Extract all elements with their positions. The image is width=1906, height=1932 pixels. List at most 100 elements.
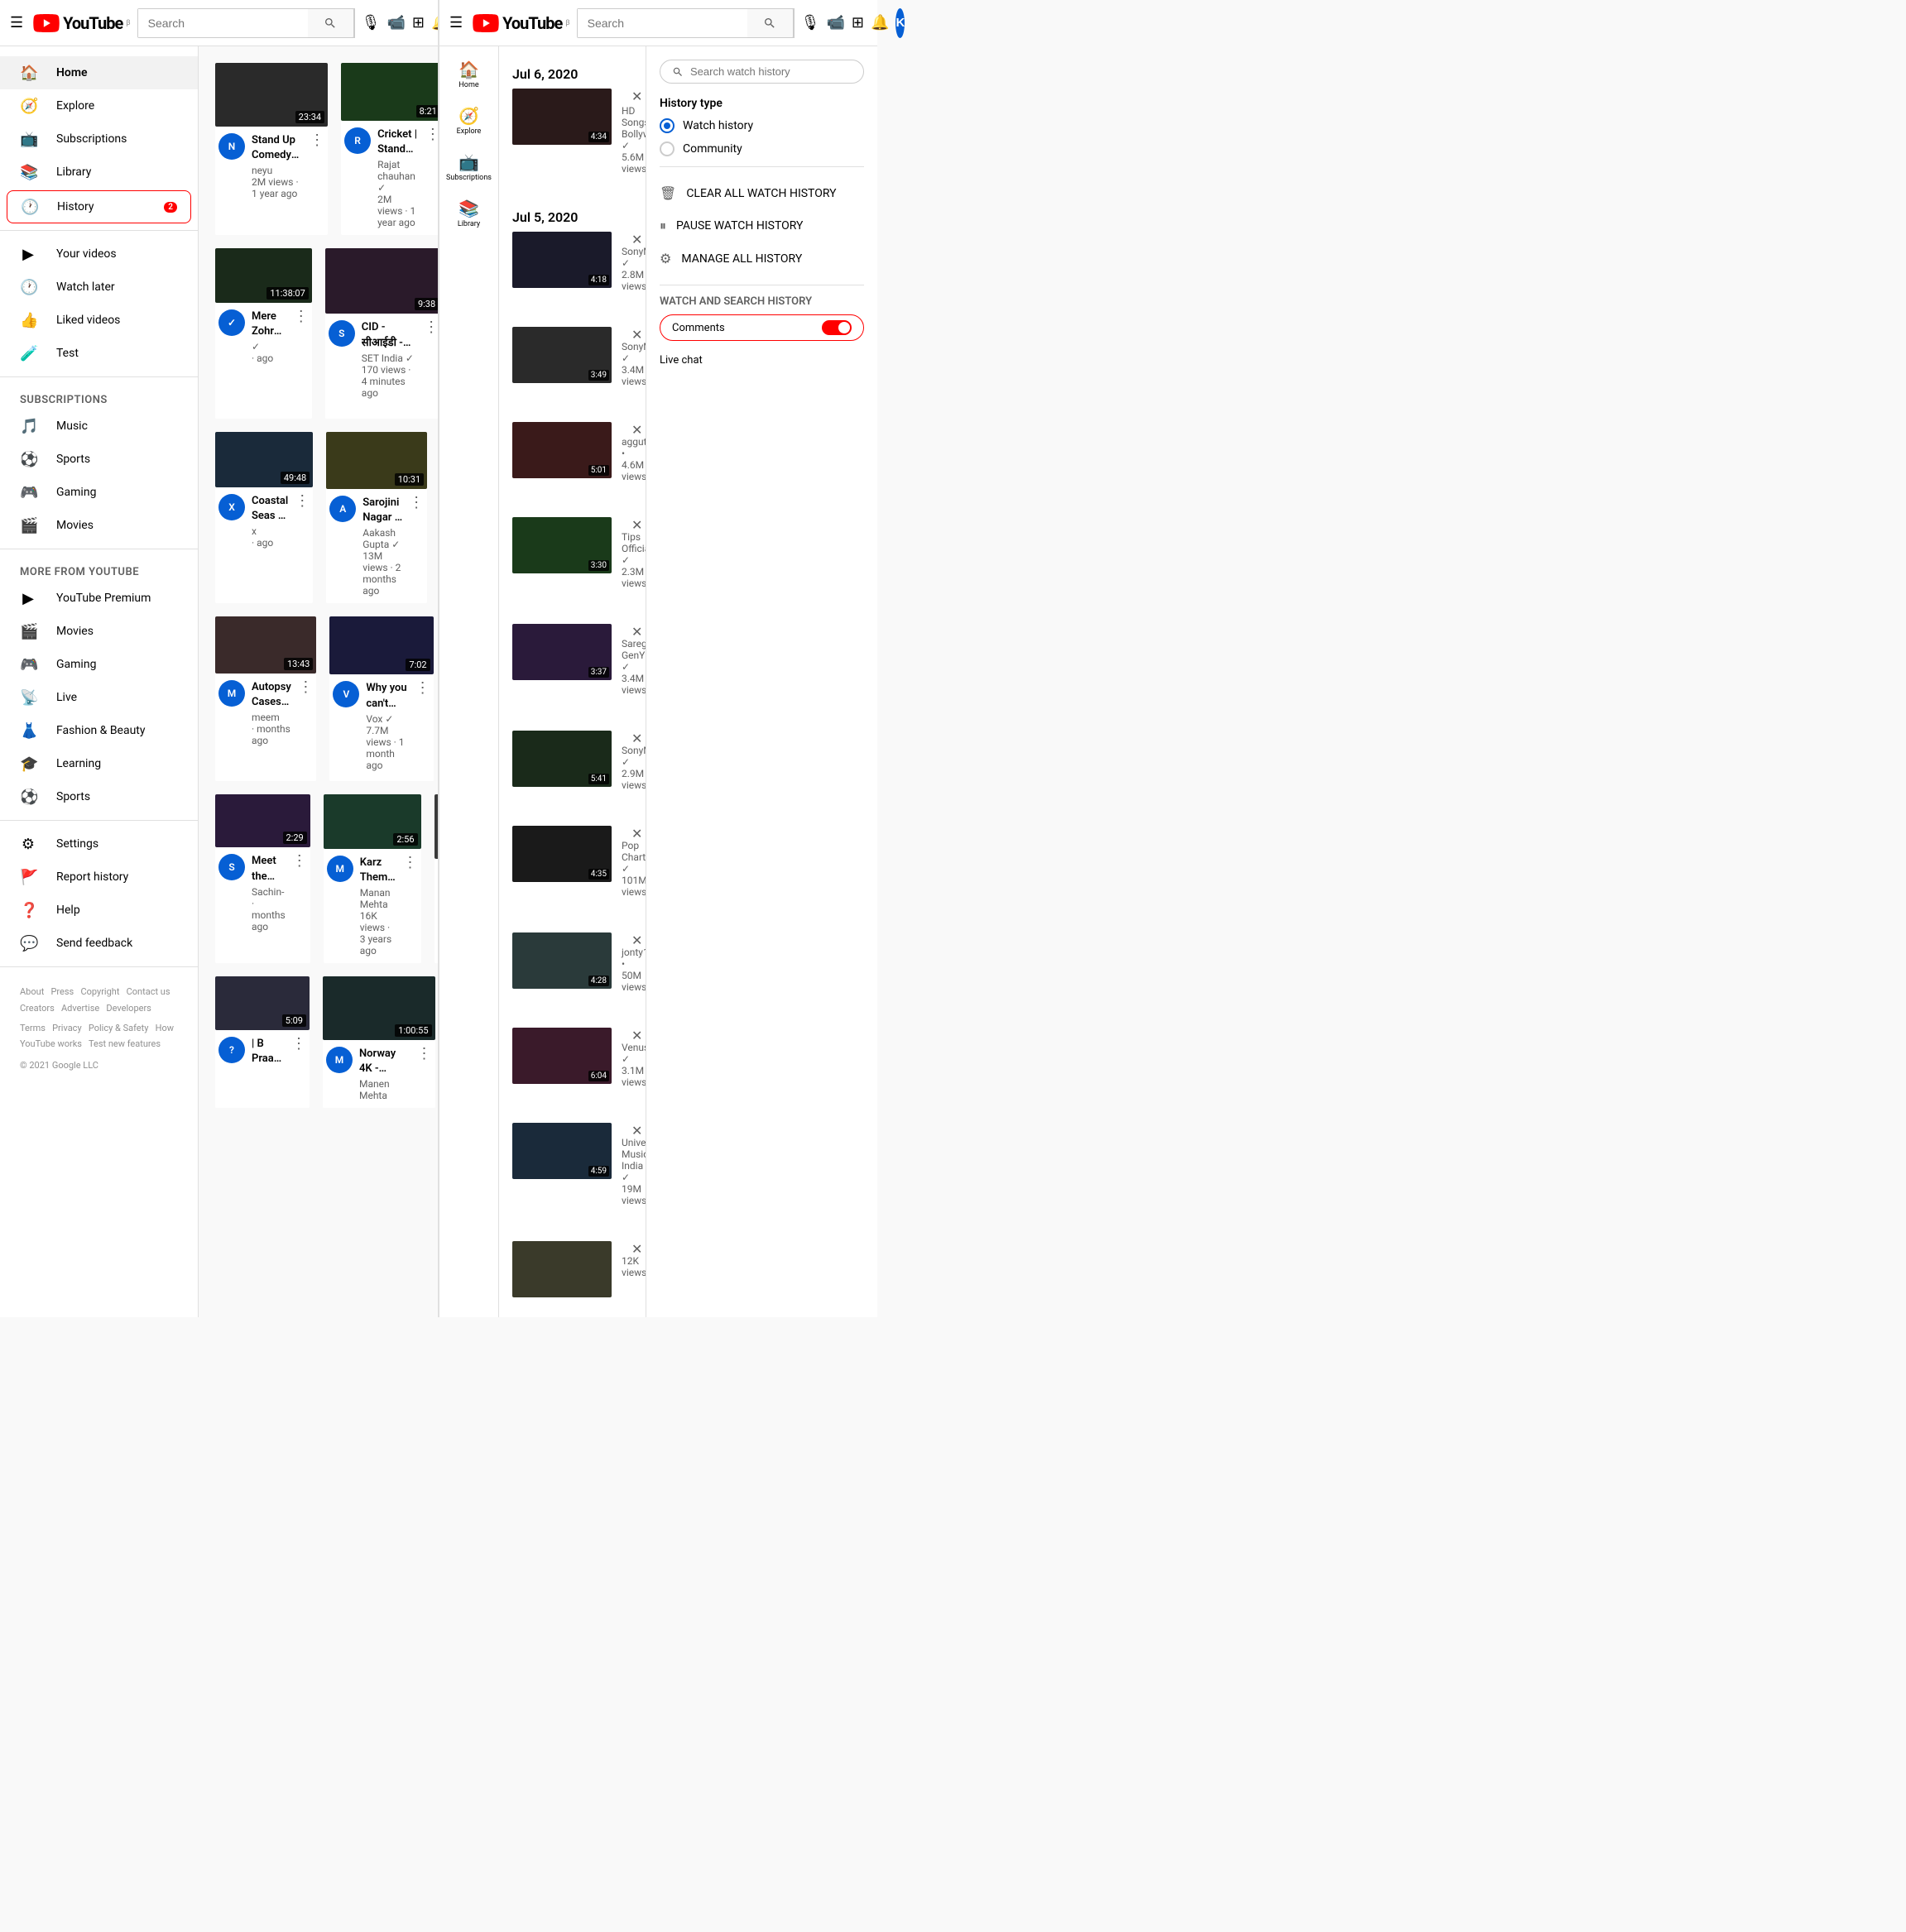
history-remove-button[interactable]: ✕ — [631, 932, 642, 949]
footer-policy-link[interactable]: Policy & Safety — [89, 1023, 149, 1033]
history-remove-button[interactable]: ✕ — [631, 422, 642, 439]
history-remove-button[interactable]: ✕ — [631, 232, 642, 248]
video-card[interactable]: 13:43 M Autopsy Cases like How COVID... … — [215, 616, 316, 781]
manage-all-btn[interactable]: ⚙ MANAGE ALL HISTORY — [660, 242, 864, 275]
sidebar-item-your-videos[interactable]: ▶ Your videos — [0, 237, 198, 271]
history-item[interactable]: 5:41 Ustad Sulta... SonyMusicIndiaVEVO ✓… — [512, 731, 632, 816]
comments-toggle[interactable]: Comments — [660, 314, 864, 341]
right-search-input[interactable] — [578, 9, 747, 37]
sidebar-item-fashion[interactable]: 👗 Fashion & Beauty — [0, 714, 198, 747]
sidebar-item-test[interactable]: 🧪 Test — [0, 337, 198, 370]
right-user-avatar[interactable]: K — [895, 8, 905, 38]
sidebar-item-movies2[interactable]: 🎬 Movies — [0, 615, 198, 648]
video-card[interactable]: 10:31 A Sarojini Nagar | Excuse Me Broth… — [326, 432, 427, 603]
menu-icon[interactable]: ☰ — [10, 8, 23, 38]
history-remove-button[interactable]: ✕ — [631, 731, 642, 747]
history-item[interactable]: 4:59 DJ Aqee... Universal Music India ✓ … — [512, 1123, 632, 1231]
video-card[interactable]: 2:56 M Karz Theme Music - A humble tribu… — [324, 794, 421, 964]
video-card[interactable]: 8:21 R Cricket | Stand Up Comedy By Raja… — [341, 63, 438, 235]
right-menu-icon[interactable]: ☰ — [449, 8, 463, 38]
sidebar-item-gaming2[interactable]: 🎮 Gaming — [0, 648, 198, 681]
history-remove-button[interactable]: ✕ — [631, 624, 642, 640]
nav-library[interactable]: 📚 Library — [443, 192, 496, 235]
nav-subscriptions[interactable]: 📺 Subscriptions — [443, 146, 496, 189]
video-more-options[interactable]: ⋮ — [298, 678, 313, 696]
right-bell-icon[interactable]: 🔔 — [871, 8, 889, 38]
video-card[interactable]: 5:00 F Baba Sehgal - Thanda Thanda Pani(… — [434, 794, 438, 964]
history-remove-button[interactable]: ✕ — [631, 327, 642, 343]
right-mic-icon[interactable]: 🎙 — [801, 8, 820, 38]
history-item[interactable]: 4:18 Colo... Cous... SonyMusicIndiaVEVO … — [512, 232, 632, 317]
sidebar-item-report-history[interactable]: 🚩 Report history — [0, 861, 198, 894]
history-item[interactable]: 5:01 Rang Rang... aggutkarsh • 4.6M view… — [512, 422, 632, 507]
video-card[interactable]: 2:29 S Meet the Music Janhvi Sachin- · m… — [215, 794, 310, 964]
apps-grid-icon[interactable]: ⊞ — [412, 8, 425, 38]
video-card[interactable]: 5:09 ? | B Praak Ft Sidiqui & Suni... ⋮ — [215, 976, 310, 1108]
sidebar-item-history[interactable]: 🕐 History 2 — [7, 190, 191, 223]
sidebar-item-feedback[interactable]: 💬 Send feedback — [0, 927, 198, 960]
history-item[interactable]: 6:04 Kam... Ishq -... Venus ✓ 3.1M views… — [512, 1028, 632, 1113]
video-more-options[interactable]: ⋮ — [417, 1045, 432, 1062]
history-item[interactable]: 3:37 Afreen Afree... Saregama GenY ✓ 3.4… — [512, 624, 632, 721]
sidebar-item-watch-later[interactable]: 🕐 Watch later — [0, 271, 198, 304]
footer-creators[interactable]: Creators — [20, 1003, 55, 1014]
footer-about[interactable]: About — [20, 986, 44, 997]
right-search-button[interactable] — [747, 8, 794, 38]
video-more-options[interactable]: ⋮ — [292, 852, 307, 870]
history-search-input[interactable] — [690, 65, 852, 78]
history-remove-button[interactable]: ✕ — [631, 1123, 642, 1139]
right-grid-icon[interactable]: ⊞ — [852, 8, 864, 38]
footer-terms-link[interactable]: Terms — [20, 1023, 46, 1033]
sidebar-item-sports[interactable]: ⚽ Sports — [0, 443, 198, 476]
footer-contact[interactable]: Contact us — [127, 986, 170, 997]
video-more-options[interactable]: ⋮ — [295, 492, 310, 510]
footer-privacy-link[interactable]: Privacy — [52, 1023, 82, 1033]
video-more-options[interactable]: ⋮ — [409, 494, 424, 511]
footer-press[interactable]: Press — [50, 986, 74, 997]
sidebar-item-library[interactable]: 📚 Library — [0, 156, 198, 189]
video-more-options[interactable]: ⋮ — [415, 679, 430, 697]
history-item[interactable]: 4:35 Leja Leja Re... Pop Chartbusters ✓ … — [512, 826, 632, 923]
history-item[interactable]: 3:49 Leslie Lewi... SonyMusicIndiaVEVO ✓… — [512, 327, 632, 412]
footer-advertise[interactable]: Advertise — [61, 1003, 99, 1014]
video-more-options[interactable]: ⋮ — [425, 126, 438, 143]
history-remove-button[interactable]: ✕ — [631, 826, 642, 842]
footer-test-features-link[interactable]: Test new features — [89, 1038, 161, 1049]
nav-explore[interactable]: 🧭 Explore — [443, 99, 496, 142]
footer-copyright[interactable]: Copyright — [80, 986, 119, 997]
history-item[interactable]: 4:34 हम दोनों दो प्रे... HD Songs Bollyw… — [512, 89, 632, 199]
video-more-options[interactable]: ⋮ — [310, 132, 324, 149]
history-remove-button[interactable]: ✕ — [631, 1241, 642, 1258]
nav-home[interactable]: 🏠 Home — [443, 53, 496, 96]
sidebar-item-premium[interactable]: ▶ YouTube Premium — [0, 582, 198, 615]
sidebar-item-movies[interactable]: 🎬 Movies — [0, 509, 198, 542]
sidebar-item-gaming[interactable]: 🎮 Gaming — [0, 476, 198, 509]
watch-history-radio[interactable]: Watch history — [660, 118, 864, 133]
notification-bell-icon[interactable]: 🔔 — [431, 8, 439, 38]
history-remove-button[interactable]: ✕ — [631, 89, 642, 105]
mic-icon[interactable]: 🎙 — [362, 8, 381, 38]
sidebar-item-sports2[interactable]: ⚽ Sports — [0, 780, 198, 813]
sidebar-item-liked-videos[interactable]: 👍 Liked videos — [0, 304, 198, 337]
pause-watch-btn[interactable]: ⏸ PAUSE WATCH HISTORY — [660, 209, 864, 242]
sidebar-item-music[interactable]: 🎵 Music — [0, 410, 198, 443]
sidebar-item-settings[interactable]: ⚙ Settings — [0, 827, 198, 861]
community-radio[interactable]: Community — [660, 141, 864, 156]
video-card[interactable]: 23:34 N Stand Up Comedy By Ashok Upamany… — [215, 63, 328, 235]
sidebar-item-live[interactable]: 📡 Live — [0, 681, 198, 714]
right-video-icon[interactable]: 📹 — [827, 8, 845, 38]
history-remove-button[interactable]: ✕ — [631, 1028, 642, 1044]
clear-all-btn[interactable]: 🗑 CLEAR ALL WATCH HISTORY — [660, 177, 864, 209]
sidebar-item-help[interactable]: ❓ Help — [0, 894, 198, 927]
search-input[interactable] — [138, 9, 308, 37]
sidebar-item-home[interactable]: 🏠 Home — [0, 56, 198, 89]
search-button[interactable] — [308, 8, 354, 38]
footer-developers[interactable]: Developers — [106, 1003, 151, 1014]
history-remove-button[interactable]: ✕ — [631, 517, 642, 534]
video-card[interactable]: 1:00:55 M Norway 4K - Scenic Relaxation … — [323, 976, 435, 1108]
history-item[interactable]: 4:28 Tu Tu Hai... jonty19 • 50M views Tu… — [512, 932, 632, 1018]
video-card[interactable]: 11:38:07 ✓ Mere Zohra Jabeen | Wade Pyar… — [215, 248, 312, 419]
video-upload-icon[interactable]: 📹 — [387, 8, 406, 38]
sidebar-item-subscriptions[interactable]: 📺 Subscriptions — [0, 122, 198, 156]
video-card[interactable]: 7:02 V Why you can't compare Covid-19 va… — [329, 616, 433, 781]
